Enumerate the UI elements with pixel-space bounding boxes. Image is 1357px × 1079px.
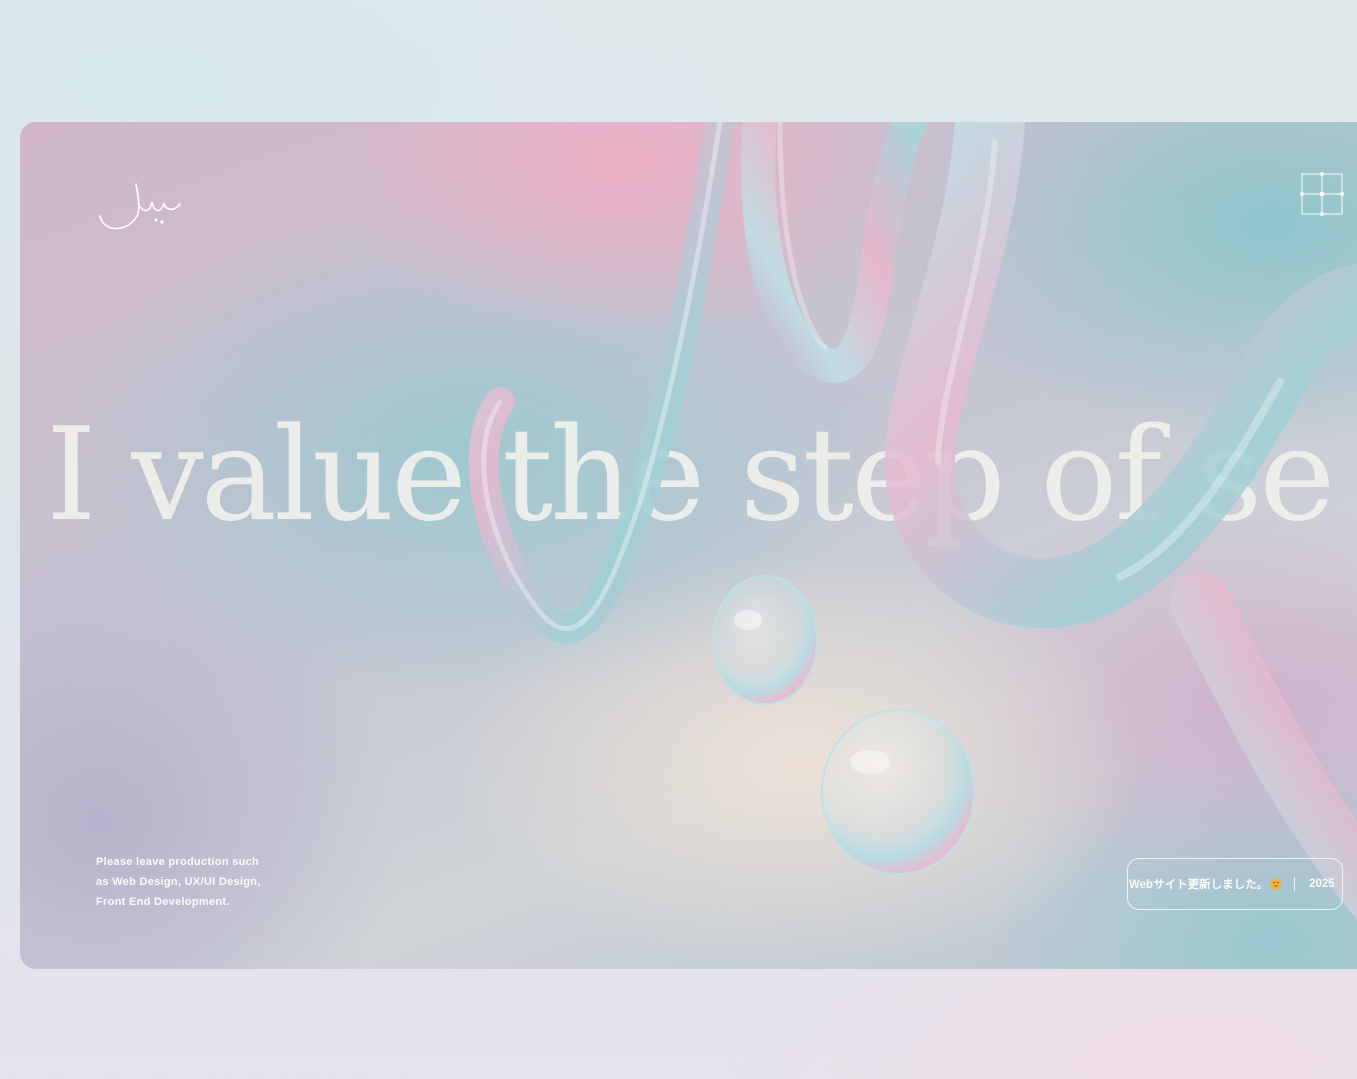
tagline-line: Front End Development. [96, 896, 230, 908]
smiling-face-emoji [1270, 878, 1282, 890]
menu-button[interactable] [1300, 172, 1344, 216]
tagline: Please leave production such as Web Desi… [96, 852, 296, 912]
iridescent-liquid-art [468, 122, 1357, 920]
hero-card: I value the step of se Please leave prod… [20, 122, 1357, 969]
news-year: 2025 [1309, 878, 1335, 890]
news-divider [1294, 877, 1296, 891]
tagline-line: as Web Design, UX/UI Design, [96, 876, 261, 888]
news-text: Webサイト更新しました。 [1129, 879, 1269, 891]
tagline-line: Please leave production such [96, 856, 260, 868]
news-ticker[interactable]: Webサイト更新しました。 2025 [1127, 858, 1343, 910]
grid-menu-icon [1300, 172, 1344, 216]
